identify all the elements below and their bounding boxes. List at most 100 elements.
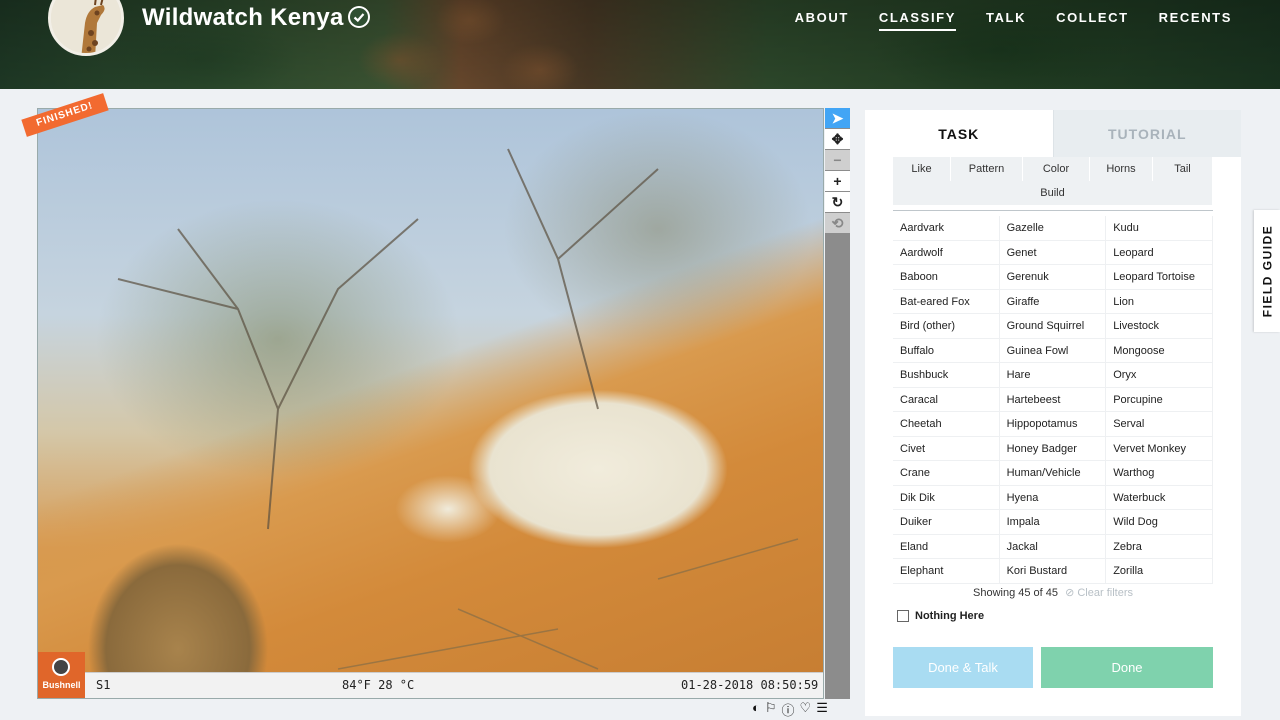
filter-divider xyxy=(893,210,1213,211)
choice-row: Duiker Impala Wild Dog xyxy=(893,510,1213,535)
choice-item[interactable]: Crane xyxy=(893,461,1000,485)
choice-row: Bat-eared Fox Giraffe Lion xyxy=(893,289,1213,314)
choice-item[interactable]: Zorilla xyxy=(1106,559,1213,583)
capture-timestamp: 01-28-2018 08:50:59 xyxy=(681,678,819,692)
choice-item[interactable]: Cheetah xyxy=(893,412,1000,436)
site-header: Wildwatch Kenya ABOUT CLASSIFY TALK COLL… xyxy=(0,0,1280,89)
choice-item[interactable]: Wild Dog xyxy=(1106,510,1213,534)
choice-row: Cheetah Hippopotamus Serval xyxy=(893,412,1213,437)
choice-item[interactable]: Buffalo xyxy=(893,338,1000,362)
field-guide-label: FIELD GUIDE xyxy=(1260,224,1275,318)
choice-item[interactable]: Bushbuck xyxy=(893,363,1000,387)
collections-icon[interactable]: ☰ xyxy=(816,700,828,719)
choice-row: Crane Human/Vehicle Warthog xyxy=(893,461,1213,486)
info-icon[interactable]: ⓘ xyxy=(782,700,795,719)
invert-icon[interactable]: ◐ xyxy=(752,700,760,719)
choice-item[interactable]: Hartebeest xyxy=(1000,387,1107,411)
favorite-icon[interactable]: ♡ xyxy=(800,700,812,719)
filter-horns[interactable]: Horns xyxy=(1090,157,1153,181)
zoom-in-icon[interactable]: + xyxy=(825,171,850,191)
filter-tail[interactable]: Tail xyxy=(1153,157,1213,181)
filter-build[interactable]: Build xyxy=(893,181,1213,205)
choice-item[interactable]: Honey Badger xyxy=(1000,436,1107,460)
rotate-icon[interactable]: ↻ xyxy=(825,192,850,212)
choice-item[interactable]: Elephant xyxy=(893,559,1000,583)
choice-item[interactable]: Warthog xyxy=(1106,461,1213,485)
tab-task[interactable]: TASK xyxy=(865,110,1053,157)
choice-item[interactable]: Leopard xyxy=(1106,240,1213,264)
choice-item[interactable]: Hippopotamus xyxy=(1000,412,1107,436)
choice-item[interactable]: Bat-eared Fox xyxy=(893,289,1000,313)
choice-item[interactable]: Caracal xyxy=(893,387,1000,411)
camera-id: S1 xyxy=(96,678,111,692)
nav-about[interactable]: ABOUT xyxy=(795,10,849,31)
choice-item[interactable]: Bird (other) xyxy=(893,314,1000,338)
project-title[interactable]: Wildwatch Kenya xyxy=(142,4,344,32)
subject-image[interactable] xyxy=(38,109,823,698)
nav-collect[interactable]: COLLECT xyxy=(1056,10,1129,31)
choice-item[interactable]: Baboon xyxy=(893,265,1000,289)
choice-item[interactable]: Hyena xyxy=(1000,485,1107,509)
choice-item[interactable]: Porcupine xyxy=(1106,387,1213,411)
pointer-icon[interactable]: ➤ xyxy=(825,108,850,128)
choice-item[interactable]: Civet xyxy=(893,436,1000,460)
choice-item[interactable]: Livestock xyxy=(1106,314,1213,338)
choice-row: Eland Jackal Zebra xyxy=(893,534,1213,559)
choice-item[interactable]: Gazelle xyxy=(1000,216,1107,240)
choice-item[interactable]: Jackal xyxy=(1000,534,1107,558)
subject-viewer[interactable]: S1 84°F 28 °C 01-28-2018 08:50:59 Bushne… xyxy=(37,108,824,699)
project-nav: ABOUT CLASSIFY TALK COLLECT RECENTS xyxy=(795,10,1232,31)
nav-recents[interactable]: RECENTS xyxy=(1159,10,1232,31)
choice-item[interactable]: Duiker xyxy=(893,510,1000,534)
filter-color[interactable]: Color xyxy=(1023,157,1090,181)
verified-icon xyxy=(348,6,370,28)
choice-item[interactable]: Oryx xyxy=(1106,363,1213,387)
camera-info-strip: S1 84°F 28 °C 01-28-2018 08:50:59 xyxy=(38,672,823,698)
choice-item[interactable]: Lion xyxy=(1106,289,1213,313)
choice-row: Dik Dik Hyena Waterbuck xyxy=(893,485,1213,510)
choice-item[interactable]: Serval xyxy=(1106,412,1213,436)
choice-item[interactable]: Gerenuk xyxy=(1000,265,1107,289)
filter-like[interactable]: Like xyxy=(893,157,951,181)
reset-icon[interactable]: ⟲ xyxy=(825,213,850,233)
zoom-out-icon[interactable]: − xyxy=(825,150,850,170)
nothing-here-label: Nothing Here xyxy=(915,610,985,622)
choice-item[interactable]: Guinea Fowl xyxy=(1000,338,1107,362)
nothing-here-option[interactable]: Nothing Here xyxy=(897,610,984,622)
done-and-talk-button[interactable]: Done & Talk xyxy=(893,647,1033,688)
clear-filters-link[interactable]: ⊘ Clear filters xyxy=(1065,587,1133,599)
choice-item[interactable]: Leopard Tortoise xyxy=(1106,265,1213,289)
choice-item[interactable]: Ground Squirrel xyxy=(1000,314,1107,338)
filter-bar: Like Pattern Color Horns Tail Build xyxy=(893,157,1213,211)
flag-icon[interactable]: ⚐ xyxy=(765,700,777,719)
choice-item[interactable]: Impala xyxy=(1000,510,1107,534)
choice-item[interactable]: Aardwolf xyxy=(893,240,1000,264)
nav-classify[interactable]: CLASSIFY xyxy=(878,10,956,31)
choice-item[interactable]: Human/Vehicle xyxy=(1000,461,1107,485)
choice-item[interactable]: Mongoose xyxy=(1106,338,1213,362)
choice-item[interactable]: Vervet Monkey xyxy=(1106,436,1213,460)
choice-row: Bushbuck Hare Oryx xyxy=(893,363,1213,388)
choice-item[interactable]: Dik Dik xyxy=(893,485,1000,509)
nothing-here-checkbox[interactable] xyxy=(897,610,909,622)
image-toolbar: ➤ ✥ − + ↻ ⟲ xyxy=(825,108,850,699)
choice-item[interactable]: Giraffe xyxy=(1000,289,1107,313)
done-button[interactable]: Done xyxy=(1041,647,1213,688)
choice-item[interactable]: Genet xyxy=(1000,240,1107,264)
choice-row: Bird (other) Ground Squirrel Livestock xyxy=(893,314,1213,339)
task-tabs: TASK TUTORIAL xyxy=(865,110,1241,157)
showing-text: Showing 45 of 45 xyxy=(973,587,1059,599)
choice-item[interactable]: Eland xyxy=(893,534,1000,558)
choice-item[interactable]: Kori Bustard xyxy=(1000,559,1107,583)
field-guide-tab[interactable]: FIELD GUIDE xyxy=(1254,210,1280,332)
move-icon[interactable]: ✥ xyxy=(825,129,850,149)
choice-item[interactable]: Zebra xyxy=(1106,534,1213,558)
tab-tutorial[interactable]: TUTORIAL xyxy=(1052,110,1241,157)
choice-item[interactable]: Kudu xyxy=(1106,216,1213,240)
filter-pattern[interactable]: Pattern xyxy=(951,157,1023,181)
choice-item[interactable]: Aardvark xyxy=(893,216,1000,240)
choice-item[interactable]: Hare xyxy=(1000,363,1107,387)
choice-item[interactable]: Waterbuck xyxy=(1106,485,1213,509)
nav-talk[interactable]: TALK xyxy=(986,10,1026,31)
subject-meta-icons: ◐ ⚐ ⓘ ♡ ☰ xyxy=(752,700,828,719)
